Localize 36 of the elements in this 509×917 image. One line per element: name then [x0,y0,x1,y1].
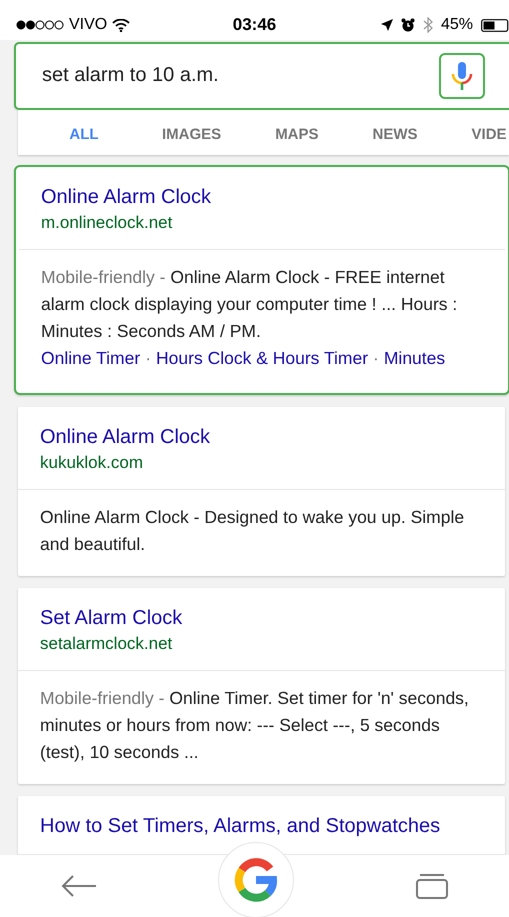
search-input[interactable]: set alarm to 10 a.m. [42,64,439,88]
sitelink[interactable]: Minutes [384,345,446,372]
result-url: setalarmclock.net [40,634,174,654]
tabs-icon[interactable] [416,873,448,899]
separator-dot: · [373,347,379,370]
voice-search-button[interactable] [439,52,485,99]
result-title[interactable]: Online Alarm Clock [40,426,483,449]
sitelink[interactable]: Hours Clock & Hours Timer [156,345,368,372]
search-field[interactable]: set alarm to 10 a.m. [14,42,509,110]
battery-percent: 45% [440,16,473,34]
search-tab[interactable]: VIDE [472,110,507,155]
battery-icon [481,18,509,32]
clock-time: 03:46 [232,15,276,34]
wifi-icon [112,18,130,32]
separator-dot: · [145,347,152,370]
result-title[interactable]: How to Set Timers, Alarms, and Stopwatches [40,815,483,838]
sitelink[interactable]: Online Timer [41,345,140,372]
result-url: m.onlineclock.net [41,213,174,233]
result-snippet: Mobile-friendly - Online Timer. Set timer for 'n' seconds, minutes or hours from now: --- Select ---, 5 seconds (test), 10 seconds ... [40,687,470,764]
result-snippet: Online Alarm Clock - Designed to wake you up. Simple and beautiful. [40,506,466,556]
search-tab[interactable]: ALL [34,110,134,155]
g-logo-icon [234,858,278,902]
result-url: kukuklok.com [40,453,144,473]
result-snippet: Mobile-friendly - Online Alarm Clock - FREE internet alarm clock displaying your computer time ! ... Hours : Minutes : Seconds AM / PM. [41,266,458,343]
signal-icon [16,20,64,30]
search-tab[interactable]: IMAGES [162,110,222,155]
result-title[interactable]: Online Alarm Clock [41,186,483,209]
back-icon[interactable] [60,875,97,897]
location-arrow-icon [380,19,393,31]
microphone-icon [451,60,473,91]
search-tab[interactable]: MAPS [275,110,319,155]
carrier-name: VIVO [69,16,108,34]
alarm-clock-icon [400,18,415,32]
search-tab[interactable]: NEWS [372,110,418,155]
result-title[interactable]: Set Alarm Clock [40,607,483,630]
bluetooth-icon [422,17,433,33]
